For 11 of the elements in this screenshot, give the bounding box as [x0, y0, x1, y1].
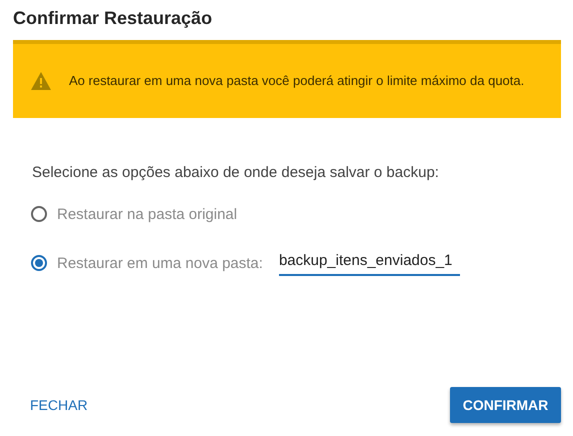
- confirm-button[interactable]: CONFIRMAR: [450, 387, 561, 423]
- instruction-text: Selecione as opções abaixo de onde deseja salvar o backup:: [32, 164, 440, 181]
- dialog-title: Confirmar Restauração: [12, 7, 214, 30]
- radio-button[interactable]: [31, 206, 47, 222]
- warning-icon: [31, 72, 51, 90]
- folder-name-field[interactable]: backup_itens_enviados_1: [278, 250, 460, 276]
- radio-button[interactable]: [31, 255, 47, 271]
- warning-text: Ao restaurar em uma nova pasta você poderá atingir o limite máximo da quota.: [69, 72, 524, 90]
- option-label[interactable]: Restaurar na pasta original: [57, 206, 238, 222]
- close-button[interactable]: FECHAR: [17, 389, 101, 421]
- option-label[interactable]: Restaurar em uma nova pasta:: [57, 254, 263, 272]
